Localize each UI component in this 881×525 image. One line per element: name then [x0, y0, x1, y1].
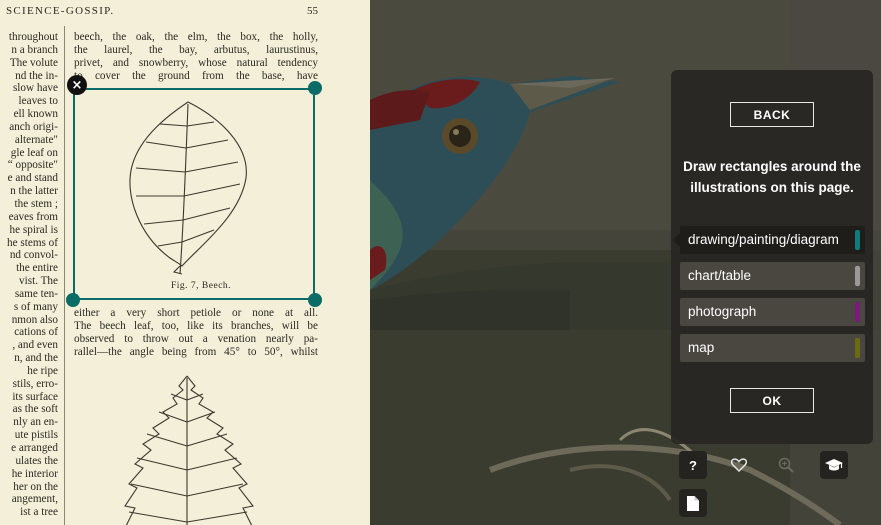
text-line: anch origi- — [9, 120, 58, 133]
text-line: its surface — [12, 390, 58, 403]
help-button[interactable]: ? — [679, 451, 707, 479]
option-color-swatch — [855, 302, 860, 322]
text-line: same ten- — [14, 287, 58, 300]
text-line: The beech leaf, too, like its branches, … — [74, 319, 318, 332]
text-line: ell known — [13, 108, 58, 121]
text-line: privet, and snowberry, whose natural ten… — [74, 56, 318, 69]
text-line: ist a tree — [20, 506, 58, 519]
option-color-swatch — [855, 230, 860, 250]
text-line: , and even — [12, 339, 58, 352]
text-line: n, and the — [14, 352, 58, 365]
text-line: The volute — [9, 56, 58, 69]
text-line: nly an en- — [13, 416, 58, 429]
text-line: nd the in- — [15, 69, 58, 82]
page-info-button[interactable] — [679, 489, 707, 517]
heart-icon — [731, 458, 747, 472]
text-line: vist. The — [19, 275, 58, 288]
close-icon: × — [71, 77, 83, 93]
resize-handle-bottom-left[interactable] — [66, 293, 80, 307]
left-text-column: throughout n a branch The volute nd the in-… — [0, 31, 58, 525]
option-map[interactable]: map — [680, 334, 865, 362]
text-line: “ opposite" — [7, 159, 58, 172]
text-line: he interior — [11, 467, 58, 480]
help-icon: ? — [689, 457, 697, 473]
text-line: to cover the ground from the base, have — [74, 69, 318, 82]
text-line: he stems of — [7, 236, 58, 249]
text-line: he spiral is — [9, 223, 58, 236]
text-line: eaves from — [8, 210, 58, 223]
text-line: e and stand — [7, 172, 58, 185]
delete-selection-button[interactable]: × — [67, 75, 87, 95]
option-label: map — [688, 340, 715, 355]
text-line: n the latter — [10, 185, 58, 198]
text-line: gle leaf on — [10, 146, 58, 159]
text-line: stils, erro- — [12, 377, 58, 390]
text-line: beech, the oak, the elm, the box, the ho… — [74, 31, 318, 43]
text-line: either a very short petiole or none at a… — [74, 307, 318, 319]
graduation-cap-icon — [825, 459, 843, 471]
text-line: e arranged — [11, 442, 58, 454]
text-line: leaves to — [18, 95, 58, 108]
text-line: alternate" — [14, 133, 58, 146]
running-head: SCIENCE-GOSSIP. 55 — [6, 5, 318, 17]
page-number: 55 — [307, 5, 318, 17]
favorite-button[interactable] — [725, 451, 753, 479]
text-line: as the soft — [12, 403, 58, 416]
ok-button[interactable]: OK — [730, 388, 814, 413]
text-line: he ripe — [27, 364, 58, 377]
task-instructions: Draw rectangles around the illustrations… — [683, 159, 861, 195]
right-text-column-top: beech, the oak, the elm, the box, the ho… — [74, 31, 318, 82]
classification-panel: BACK Draw rectangles around the illustra… — [671, 70, 873, 444]
text-line: rallel—the angle being from 45° to 50°, … — [74, 345, 318, 358]
option-chart-table[interactable]: chart/table — [680, 262, 865, 290]
option-label: drawing/painting/diagram — [688, 232, 839, 247]
text-line: throughout — [8, 31, 58, 43]
text-line: n a branch — [11, 43, 58, 56]
back-button[interactable]: BACK — [730, 102, 814, 127]
tutorial-button[interactable] — [820, 451, 848, 479]
option-label: photograph — [688, 304, 757, 319]
text-line: her on the — [13, 480, 58, 493]
option-drawing-painting-diagram[interactable]: drawing/painting/diagram — [673, 226, 865, 254]
option-photograph[interactable]: photograph — [680, 298, 865, 326]
selected-pointer — [673, 233, 680, 247]
text-line: angement, — [11, 493, 58, 506]
option-label: chart/table — [688, 268, 752, 283]
text-line: s of many — [13, 300, 58, 313]
text-line: nd convol- — [9, 249, 58, 262]
right-text-column-bottom: either a very short petiole or none at a… — [74, 307, 318, 358]
zoom-icon — [778, 457, 794, 473]
text-line: slow have — [12, 82, 58, 95]
text-line: cations of — [14, 326, 58, 339]
second-leaf-illustration — [124, 375, 254, 525]
resize-handle-bottom-right[interactable] — [308, 293, 322, 307]
text-line: the entire — [16, 262, 58, 275]
document-icon — [687, 495, 699, 511]
text-line: the stem ; — [14, 197, 59, 210]
running-head-title: SCIENCE-GOSSIP. — [6, 5, 115, 17]
option-color-swatch — [855, 338, 860, 358]
text-line: ute pistils — [14, 429, 58, 442]
resize-handle-top-right[interactable] — [308, 81, 322, 95]
text-line: nmon also — [11, 313, 58, 326]
column-divider — [64, 26, 65, 525]
selection-rectangle[interactable] — [73, 88, 315, 300]
zoom-button[interactable] — [772, 451, 800, 479]
option-color-swatch — [855, 266, 860, 286]
text-line: observed to throw out a venation nearly … — [74, 332, 318, 345]
text-line: ulates the — [15, 454, 58, 467]
text-line: the laurel, the bay, arbutus, laurustinu… — [74, 43, 318, 56]
